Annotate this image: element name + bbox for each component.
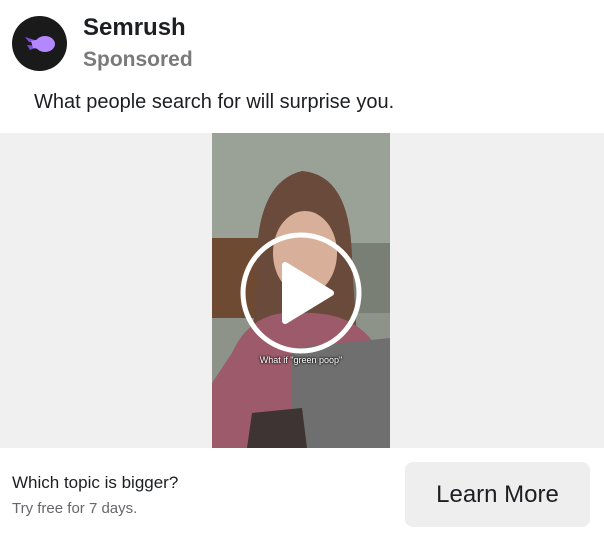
learn-more-button[interactable]: Learn More [405, 462, 590, 527]
advertiser-name[interactable]: Semrush [83, 14, 186, 42]
cta-subtext: Try free for 7 days. [12, 500, 138, 517]
avatar[interactable] [12, 16, 67, 71]
ad-header: Semrush Sponsored [0, 0, 604, 84]
video-caption: What if "green poop" [259, 355, 343, 365]
cta-headline: Which topic is bigger? [12, 473, 179, 492]
play-icon[interactable] [237, 229, 365, 357]
semrush-comet-icon [24, 35, 55, 52]
post-text: What people search for will surprise you… [34, 91, 395, 113]
sponsored-label: Sponsored [83, 48, 193, 71]
cta-bar: Which topic is bigger? Try free for 7 da… [0, 448, 604, 534]
